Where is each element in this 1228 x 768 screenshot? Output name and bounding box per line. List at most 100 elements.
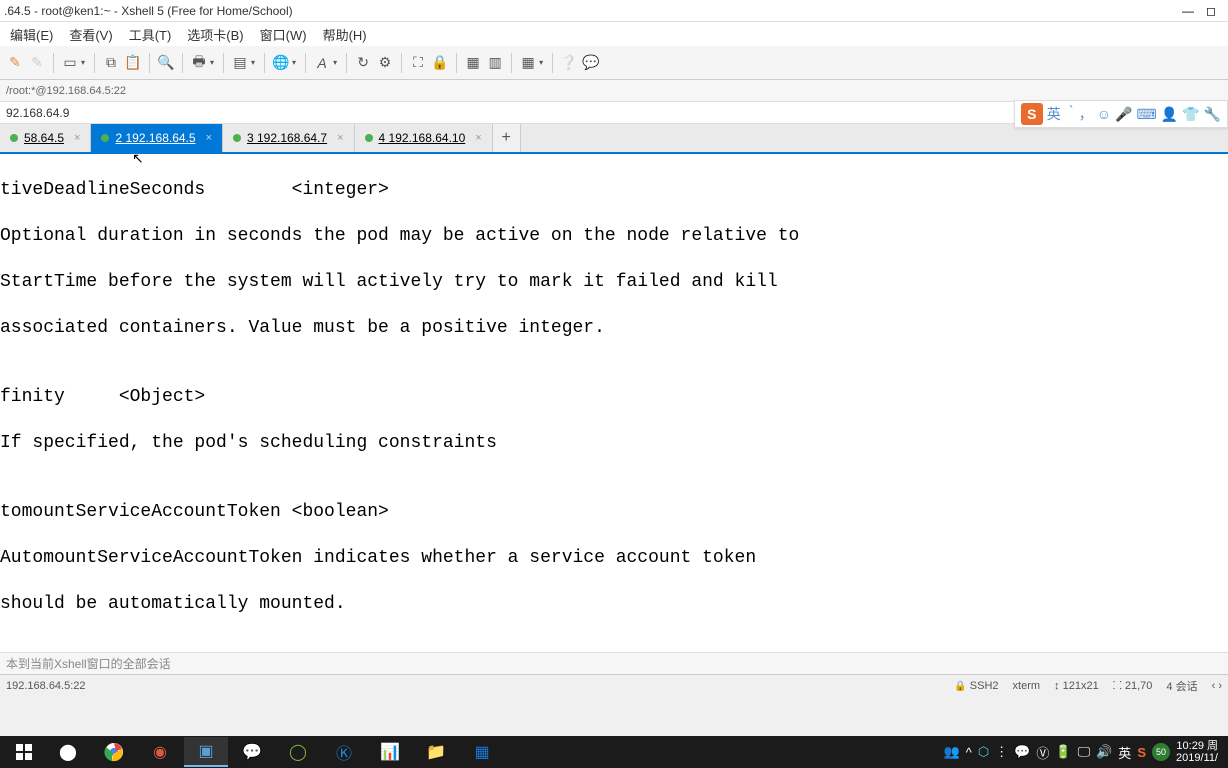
host-text: 92.168.64.9 bbox=[6, 106, 69, 120]
font-icon[interactable]: A bbox=[313, 54, 331, 72]
ime-skin-icon[interactable]: 👕 bbox=[1182, 106, 1199, 123]
ime-emoji-icon[interactable]: ☺ bbox=[1097, 106, 1111, 122]
status-term: xterm bbox=[1013, 680, 1041, 692]
menu-view[interactable]: 查看(V) bbox=[63, 23, 118, 46]
tile-icon[interactable]: ▦ bbox=[519, 54, 537, 72]
globe-icon[interactable]: 🌐 bbox=[272, 54, 290, 72]
start-button[interactable] bbox=[4, 737, 44, 767]
toolbar: ✎ ✎ ▭▾ ⧉ 📋 🔍 🖶▾ ▤▾ 🌐▾ A▾ ↻ ⚙ ⛶ 🔒 ▦ ▥ ▦▾ … bbox=[0, 46, 1228, 80]
menu-help[interactable]: 帮助(H) bbox=[317, 23, 373, 46]
properties-icon[interactable]: ▭ bbox=[61, 54, 79, 72]
system-tray: 👥 ^ ⬡ ⋮ 💬 Ⓥ 🔋 🖵 🔊 英 S 50 10:29 周 2019/11… bbox=[944, 740, 1224, 764]
task-obs[interactable]: ⬤ bbox=[46, 737, 90, 767]
add-tab-button[interactable]: + bbox=[493, 124, 521, 152]
session-tab-1[interactable]: 58.64.5 × bbox=[0, 124, 91, 152]
status-dot-icon bbox=[101, 134, 109, 142]
menu-tabs[interactable]: 选项卡(B) bbox=[181, 23, 249, 46]
menu-window[interactable]: 窗口(W) bbox=[254, 23, 313, 46]
layout2-icon[interactable]: ▥ bbox=[486, 54, 504, 72]
tab-close-icon[interactable]: × bbox=[337, 132, 343, 144]
menubar: 编辑(E) 查看(V) 工具(T) 选项卡(B) 窗口(W) 帮助(H) bbox=[0, 22, 1228, 46]
address-bar[interactable]: /root:*@192.168.64.5:22 bbox=[0, 80, 1228, 102]
layout1-icon[interactable]: ▦ bbox=[464, 54, 482, 72]
term-line: associated containers. Value must be a p… bbox=[0, 317, 1228, 340]
resize-icon bbox=[1054, 680, 1060, 692]
session-tab-2[interactable]: 2 192.168.64.5 × bbox=[91, 124, 223, 152]
tab-close-icon[interactable]: × bbox=[206, 132, 212, 144]
fullscreen-icon[interactable]: ⛶ bbox=[409, 54, 427, 72]
task-xshell[interactable]: ▣ bbox=[184, 737, 228, 767]
ime-lang[interactable]: 英 bbox=[1047, 104, 1061, 124]
ime-punct[interactable]: ｀， bbox=[1065, 104, 1093, 124]
ime-mic-icon[interactable]: 🎤 bbox=[1115, 106, 1132, 123]
task-app2[interactable]: ◯ bbox=[276, 737, 320, 767]
ime-person-icon[interactable]: 👤 bbox=[1161, 106, 1178, 123]
gear-icon[interactable]: ⚙ bbox=[376, 54, 394, 72]
menu-edit[interactable]: 编辑(E) bbox=[4, 23, 59, 46]
menu-tools[interactable]: 工具(T) bbox=[123, 23, 178, 46]
tray-bt-icon[interactable]: ⋮ bbox=[995, 744, 1008, 760]
term-line: StartTime before the system will activel… bbox=[0, 271, 1228, 294]
chat-icon[interactable]: 💬 bbox=[582, 54, 600, 72]
ime-tool-icon[interactable]: 🔧 bbox=[1204, 106, 1221, 123]
term-line: Optional duration in seconds the pod may… bbox=[0, 225, 1228, 248]
tab-close-icon[interactable]: × bbox=[74, 132, 80, 144]
tray-ime[interactable]: 英 bbox=[1118, 743, 1131, 762]
status-size: 121x21 bbox=[1054, 680, 1099, 692]
ime-widget[interactable]: S 英 ｀， ☺ 🎤 ⌨ 👤 👕 🔧 bbox=[1014, 100, 1228, 128]
tray-v-icon[interactable]: Ⓥ bbox=[1036, 743, 1049, 762]
task-wechat[interactable]: 💬 bbox=[230, 737, 274, 767]
task-kugou[interactable]: Ⓚ bbox=[322, 737, 366, 767]
task-notes[interactable]: 📊 bbox=[368, 737, 412, 767]
tray-clock[interactable]: 10:29 周 2019/11/ bbox=[1176, 740, 1218, 764]
host-bar: 92.168.64.9 S 英 ｀， ☺ 🎤 ⌨ 👤 👕 🔧 bbox=[0, 102, 1228, 124]
session-tab-3[interactable]: 3 192.168.64.7 × bbox=[223, 124, 355, 152]
print-icon[interactable]: 🖶 bbox=[190, 54, 208, 72]
open-icon[interactable]: ✎ bbox=[28, 54, 46, 72]
maximize-button[interactable]: ◻ bbox=[1206, 4, 1216, 18]
tray-badge[interactable]: 50 bbox=[1152, 743, 1170, 761]
status-arrows[interactable]: ‹ › bbox=[1212, 680, 1222, 692]
sogou-icon[interactable]: S bbox=[1021, 103, 1043, 125]
paste-icon[interactable]: 📋 bbox=[124, 54, 142, 72]
session-tab-4[interactable]: 4 192.168.64.10 × bbox=[355, 124, 493, 152]
tray-wechat-icon[interactable]: 💬 bbox=[1014, 744, 1030, 760]
broadcast-bar[interactable]: 本到当前Xshell窗口的全部会话 bbox=[0, 652, 1228, 674]
titlebar: .64.5 - root@ken1:~ - Xshell 5 (Free for… bbox=[0, 0, 1228, 22]
task-chrome[interactable] bbox=[92, 737, 136, 767]
window-title: .64.5 - root@ken1:~ - Xshell 5 (Free for… bbox=[4, 4, 293, 18]
lock-icon bbox=[954, 680, 966, 692]
task-app3[interactable]: ▦ bbox=[460, 737, 504, 767]
help-icon[interactable]: ❔ bbox=[560, 54, 578, 72]
refresh-icon[interactable]: ↻ bbox=[354, 54, 372, 72]
taskbar: ⬤ ◉ ▣ 💬 ◯ Ⓚ 📊 📁 ▦ 👥 ^ ⬡ ⋮ 💬 Ⓥ 🔋 🖵 🔊 英 S … bbox=[0, 736, 1228, 768]
tray-monitor-icon[interactable]: 🖵 bbox=[1078, 744, 1091, 760]
status-dot-icon bbox=[365, 134, 373, 142]
copy-icon[interactable]: ⧉ bbox=[102, 54, 120, 72]
task-folder[interactable]: 📁 bbox=[414, 737, 458, 767]
terminal[interactable]: tiveDeadlineSeconds <integer> Optional d… bbox=[0, 154, 1228, 652]
status-proto: SSH2 bbox=[954, 680, 998, 692]
tray-sogou-icon[interactable]: S bbox=[1137, 745, 1146, 760]
tab-bar: 58.64.5 × 2 192.168.64.5 × 3 192.168.64.… bbox=[0, 124, 1228, 154]
tray-volume-icon[interactable]: 🔊 bbox=[1096, 744, 1112, 760]
ime-keyboard-icon[interactable]: ⌨ bbox=[1136, 106, 1156, 123]
tray-up-icon[interactable]: ^ bbox=[966, 745, 972, 760]
lock-icon[interactable]: 🔒 bbox=[431, 54, 449, 72]
status-bar: 192.168.64.5:22 SSH2 xterm 121x21 ⸬ 21,7… bbox=[0, 674, 1228, 696]
term-line: should be automatically mounted. bbox=[0, 593, 1228, 616]
minimize-button[interactable]: — bbox=[1182, 4, 1194, 18]
task-app1[interactable]: ◉ bbox=[138, 737, 182, 767]
term-line: tiveDeadlineSeconds <integer> bbox=[0, 179, 1228, 202]
tray-shield-icon[interactable]: ⬡ bbox=[978, 744, 989, 760]
tab-close-icon[interactable]: × bbox=[475, 132, 481, 144]
tray-battery-icon[interactable]: 🔋 bbox=[1055, 744, 1071, 760]
term-line: finity <Object> bbox=[0, 386, 1228, 409]
tray-people-icon[interactable]: 👥 bbox=[944, 744, 960, 760]
term-line: tomountServiceAccountToken <boolean> bbox=[0, 501, 1228, 524]
search-icon[interactable]: 🔍 bbox=[157, 54, 175, 72]
status-sessions: 4 会话 bbox=[1166, 678, 1197, 694]
new-session-icon[interactable]: ✎ bbox=[6, 54, 24, 72]
status-pos: ⸬ 21,70 bbox=[1113, 678, 1153, 693]
folder-icon[interactable]: ▤ bbox=[231, 54, 249, 72]
